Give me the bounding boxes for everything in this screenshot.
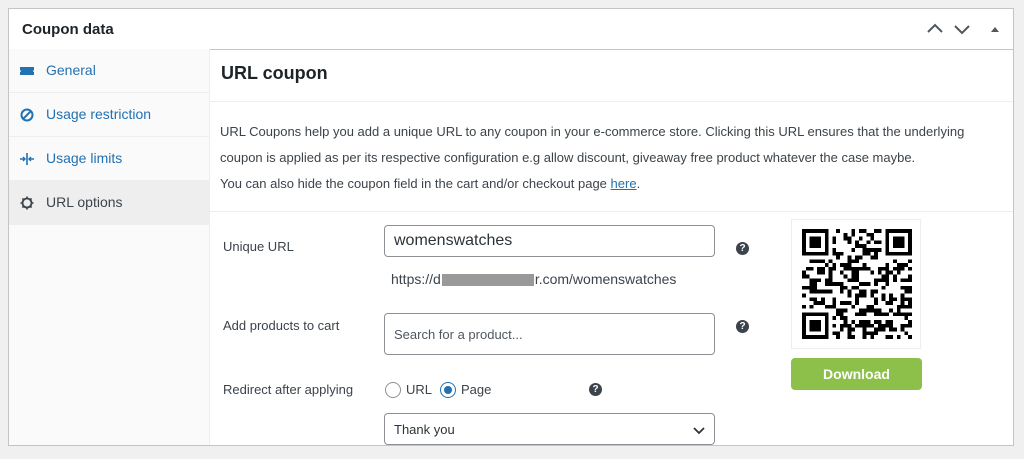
unique-url-input[interactable]: [384, 225, 715, 257]
description: URL Coupons help you add a unique URL to…: [220, 119, 1000, 197]
panel-title: Coupon data: [22, 21, 114, 38]
radio-circle[interactable]: [440, 382, 456, 398]
sidebar-item-general[interactable]: General: [9, 49, 209, 93]
coupon-data-panel: Coupon data General Usage restriction Us…: [8, 8, 1014, 446]
radio-label: URL: [406, 382, 433, 397]
add-products-label: Add products to cart: [223, 318, 340, 333]
chevron-up-icon: [927, 23, 943, 33]
move-down-button[interactable]: [951, 18, 973, 40]
help-icon[interactable]: ?: [736, 320, 749, 333]
sidebar-item-label: General: [46, 62, 96, 78]
unique-url-label: Unique URL: [223, 239, 294, 254]
sidebar-item-usage-restriction[interactable]: Usage restriction: [9, 93, 209, 137]
coupon-tabs-sidebar: General Usage restriction Usage limits U…: [9, 49, 210, 445]
ban-icon: [20, 108, 34, 122]
description-text: You can also hide the coupon field in th…: [220, 176, 611, 191]
divider: [210, 101, 1013, 102]
description-line: coupon is applied as per its respective …: [220, 150, 916, 165]
url-options-content: URL coupon URL Coupons help you add a un…: [210, 49, 1013, 445]
divider: [210, 211, 1013, 212]
ticket-icon: [20, 67, 34, 75]
chevron-down-icon: [693, 427, 705, 435]
description-line: You can also hide the coupon field in th…: [220, 171, 1000, 197]
help-icon[interactable]: ?: [736, 242, 749, 255]
sidebar-item-label: Usage restriction: [46, 106, 152, 122]
radio-circle[interactable]: [385, 382, 401, 398]
url-preview: https://d r.com/womenswatches: [391, 271, 676, 287]
triangle-up-icon: [991, 27, 999, 32]
redirect-page-radio[interactable]: Page: [440, 382, 500, 400]
redirect-label: Redirect after applying: [223, 382, 354, 397]
chevron-down-icon: [954, 25, 970, 35]
redirect-page-select[interactable]: Thank you: [384, 413, 715, 445]
redirect-url-radio[interactable]: URL: [385, 382, 435, 400]
limits-icon: [20, 153, 34, 165]
download-qr-button[interactable]: Download: [791, 358, 922, 390]
sidebar-item-label: Usage limits: [46, 150, 123, 166]
url-suffix: r.com/womenswatches: [534, 271, 677, 287]
sidebar-item-url-options[interactable]: URL options: [9, 181, 209, 225]
section-title: URL coupon: [221, 63, 328, 83]
product-search-input[interactable]: [384, 313, 715, 355]
redacted-domain: [441, 274, 534, 287]
select-value: Thank you: [394, 422, 455, 437]
qr-code-icon: [802, 229, 912, 339]
description-end: .: [636, 176, 641, 191]
hide-coupon-field-link[interactable]: here: [611, 176, 637, 191]
help-icon[interactable]: ?: [589, 383, 602, 396]
description-line: URL Coupons help you add a unique URL to…: [220, 124, 965, 139]
radio-label: Page: [461, 382, 492, 397]
sidebar-item-usage-limits[interactable]: Usage limits: [9, 137, 209, 181]
panel-header: Coupon data: [9, 9, 1013, 50]
sidebar-item-label: URL options: [46, 194, 123, 210]
toggle-panel-button[interactable]: [984, 18, 1006, 40]
url-prefix: https://d: [391, 271, 441, 287]
qr-code-box: [791, 219, 921, 349]
move-up-button[interactable]: [924, 18, 946, 40]
gear-icon: [20, 196, 34, 210]
